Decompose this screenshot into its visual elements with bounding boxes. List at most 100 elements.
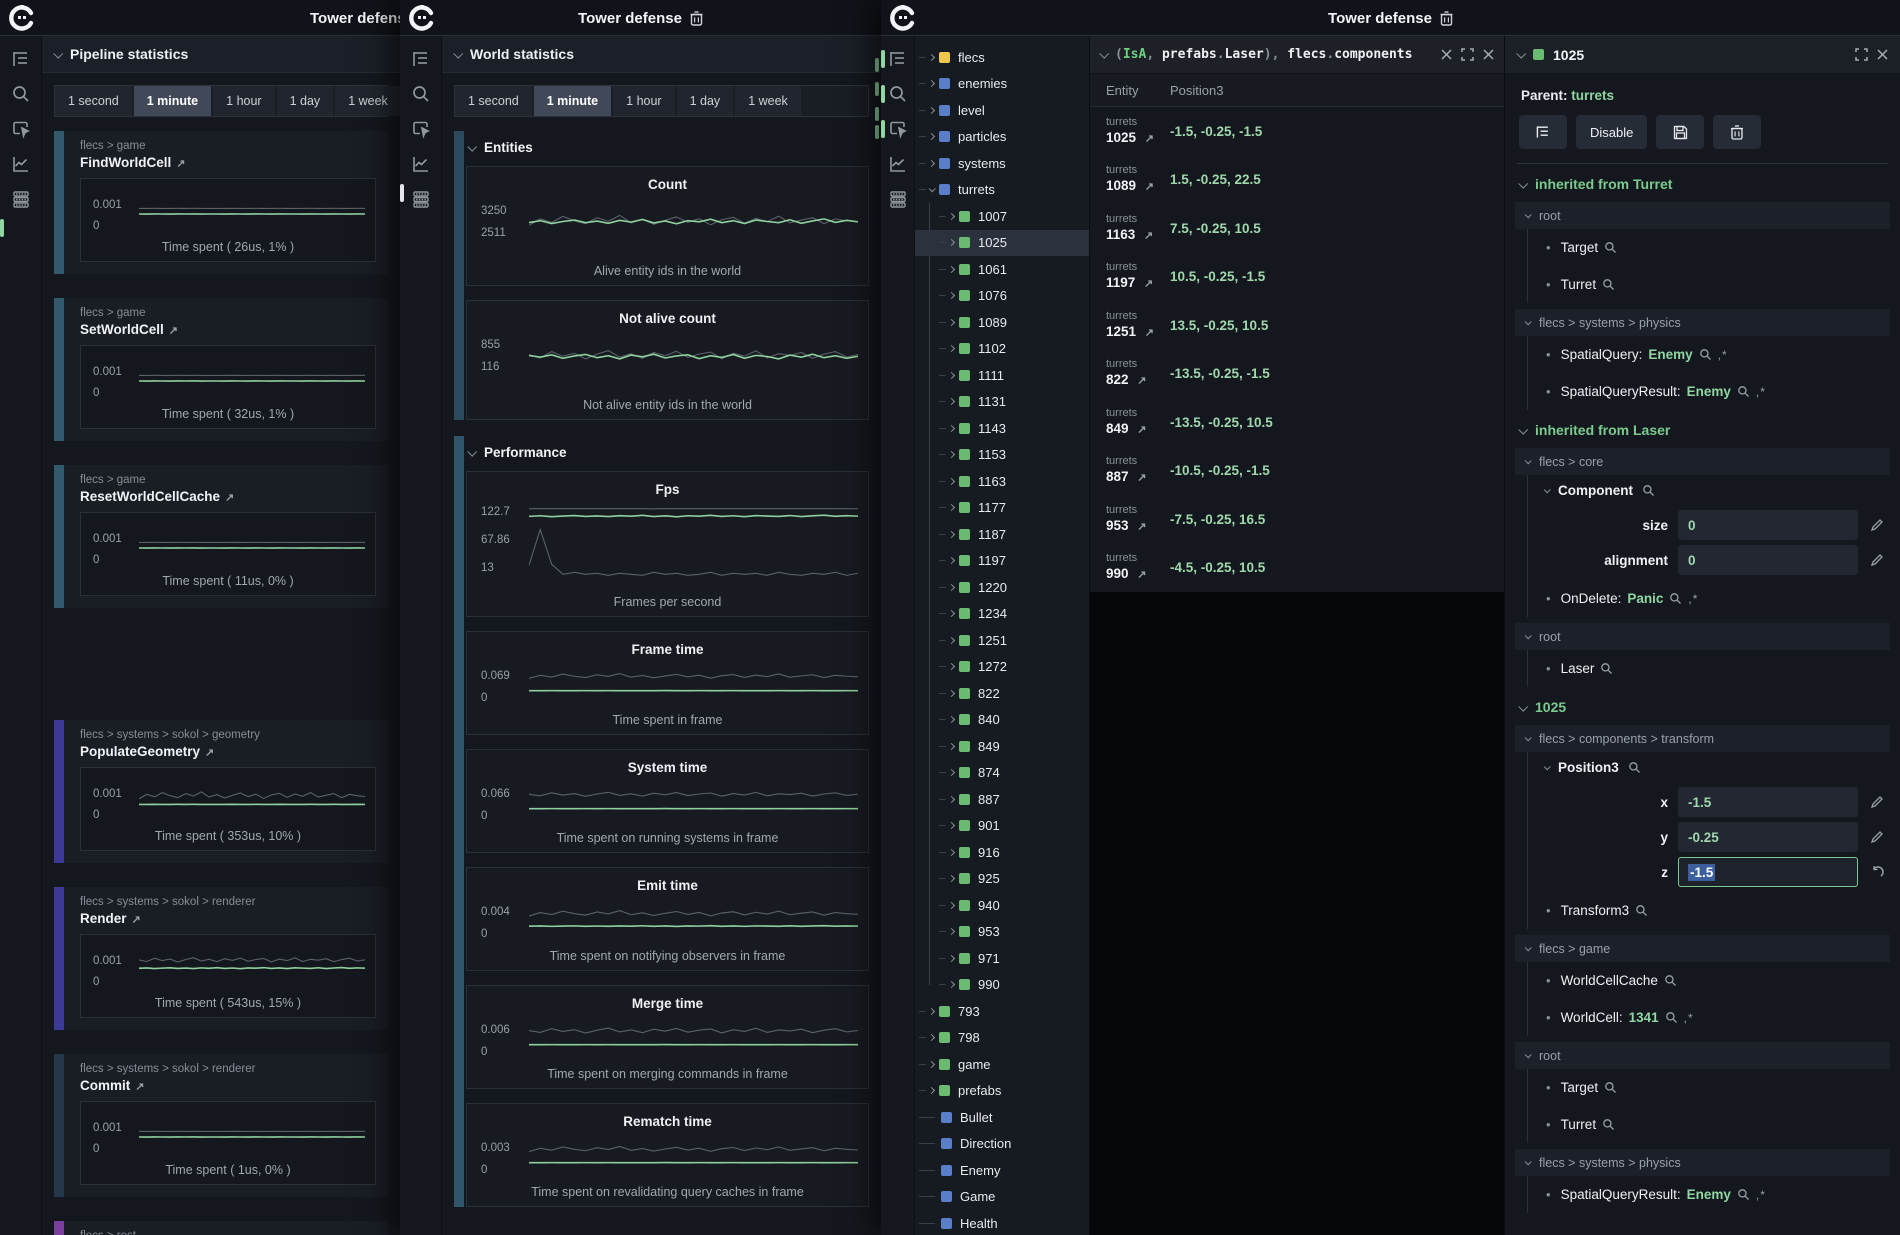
magnifier-icon[interactable] bbox=[1635, 904, 1648, 917]
tree-item-1089[interactable]: 1089 bbox=[915, 309, 1089, 336]
chevron-right-icon[interactable] bbox=[948, 637, 955, 644]
component-scope-row[interactable]: flecs > systems > physics bbox=[1515, 309, 1890, 336]
timeframe-button-1-hour[interactable]: 1 hour bbox=[213, 86, 274, 116]
tree-item-1234[interactable]: 1234 bbox=[915, 601, 1089, 628]
tree-item-1251[interactable]: 1251 bbox=[915, 627, 1089, 654]
timeframe-button-1-minute[interactable]: 1 minute bbox=[134, 86, 211, 116]
tree-item-level[interactable]: level bbox=[915, 97, 1089, 124]
field-input-y[interactable]: -0.25 bbox=[1678, 822, 1858, 852]
tree-item-953[interactable]: 953 bbox=[915, 919, 1089, 946]
tree-item-849[interactable]: 849 bbox=[915, 733, 1089, 760]
parent-value[interactable]: turrets bbox=[1571, 88, 1614, 103]
system-name-link[interactable]: Render↗ bbox=[80, 911, 376, 926]
inherit-header[interactable]: inherited from Turret bbox=[1519, 176, 1886, 192]
tree-item-901[interactable]: 901 bbox=[915, 813, 1089, 840]
chevron-right-icon[interactable] bbox=[948, 875, 955, 882]
tree-item-Game[interactable]: Game bbox=[915, 1184, 1089, 1211]
chevron-right-icon[interactable] bbox=[948, 266, 955, 273]
stats-icon[interactable] bbox=[887, 188, 909, 210]
component-item-SpatialQuery[interactable]: •SpatialQuery:Enemy,* bbox=[1528, 336, 1886, 373]
close-icon[interactable] bbox=[1877, 49, 1888, 60]
query-result-row[interactable]: turrets 822 ↗ -13.5, -0.25, -1.5 bbox=[1090, 350, 1504, 399]
stats-icon[interactable] bbox=[410, 188, 432, 210]
search-icon[interactable] bbox=[10, 83, 32, 105]
magnifier-icon[interactable] bbox=[1737, 385, 1750, 398]
component-item-Target[interactable]: •Target bbox=[1528, 229, 1886, 266]
query-result-row[interactable]: turrets 990 ↗ -4.5, -0.25, 10.5 bbox=[1090, 544, 1504, 593]
field-input-alignment[interactable]: 0 bbox=[1678, 545, 1858, 575]
section-header[interactable]: Performance bbox=[466, 436, 869, 471]
system-name-link[interactable]: PopulateGeometry↗ bbox=[80, 744, 376, 759]
pencil-icon[interactable] bbox=[1868, 830, 1886, 844]
magnifier-icon[interactable] bbox=[1699, 348, 1712, 361]
chevron-right-icon[interactable] bbox=[928, 1008, 935, 1015]
magnifier-icon[interactable] bbox=[1628, 761, 1641, 774]
chevron-right-icon[interactable] bbox=[928, 80, 935, 87]
pencil-icon[interactable] bbox=[1868, 518, 1886, 532]
tree-item-1102[interactable]: 1102 bbox=[915, 336, 1089, 363]
select-icon[interactable] bbox=[410, 118, 432, 140]
pipeline-scroll-area[interactable]: 1 second1 minute1 hour1 day1 week flecs … bbox=[42, 73, 400, 1235]
chevron-right-icon[interactable] bbox=[948, 504, 955, 511]
component-expandable-Component[interactable]: Component bbox=[1528, 475, 1886, 505]
save-button[interactable] bbox=[1656, 115, 1704, 149]
tree-item-916[interactable]: 916 bbox=[915, 839, 1089, 866]
chevron-right-icon[interactable] bbox=[948, 822, 955, 829]
query-result-row[interactable]: turrets 1197 ↗ 10.5, -0.25, -1.5 bbox=[1090, 253, 1504, 302]
query-result-row[interactable]: turrets 887 ↗ -10.5, -0.25, -1.5 bbox=[1090, 447, 1504, 496]
chevron-right-icon[interactable] bbox=[948, 345, 955, 352]
entity-tree[interactable]: flecsenemieslevelparticlessystemsturrets… bbox=[915, 36, 1090, 1235]
tree-icon[interactable] bbox=[887, 48, 909, 70]
expand-icon[interactable] bbox=[1855, 48, 1868, 61]
component-item-Turret[interactable]: •Turret bbox=[1528, 1106, 1886, 1143]
tree-item-Enemy[interactable]: Enemy bbox=[915, 1157, 1089, 1184]
trash-icon[interactable] bbox=[1440, 11, 1453, 26]
magnifier-icon[interactable] bbox=[1664, 974, 1677, 987]
world-panel-header[interactable]: World statistics bbox=[442, 36, 881, 73]
inspector-body[interactable]: Parent: turrets Disable inherited from T… bbox=[1505, 74, 1900, 1235]
system-name-link[interactable]: FindWorldCell↗ bbox=[80, 155, 376, 170]
component-scope-row[interactable]: root bbox=[1515, 202, 1890, 229]
magnifier-icon[interactable] bbox=[1665, 1011, 1678, 1024]
component-item-SpatialQueryResult[interactable]: •SpatialQueryResult:Enemy,* bbox=[1528, 1176, 1886, 1213]
chevron-right-icon[interactable] bbox=[948, 663, 955, 670]
magnifier-icon[interactable] bbox=[1602, 278, 1615, 291]
tree-icon[interactable] bbox=[10, 48, 32, 70]
tree-item-1025[interactable]: 1025 bbox=[915, 230, 1089, 257]
tree-item-1076[interactable]: 1076 bbox=[915, 283, 1089, 310]
magnifier-icon[interactable] bbox=[1604, 241, 1617, 254]
field-input-size[interactable]: 0 bbox=[1678, 510, 1858, 540]
chevron-right-icon[interactable] bbox=[928, 107, 935, 114]
tree-item-flecs[interactable]: flecs bbox=[915, 44, 1089, 71]
query-result-row[interactable]: turrets 849 ↗ -13.5, -0.25, 10.5 bbox=[1090, 398, 1504, 447]
pencil-icon[interactable] bbox=[1868, 795, 1886, 809]
section-header[interactable]: Entities bbox=[466, 131, 869, 166]
chevron-down-icon[interactable] bbox=[1516, 49, 1526, 59]
magnifier-icon[interactable] bbox=[1600, 662, 1613, 675]
search-icon[interactable] bbox=[410, 83, 432, 105]
chevron-right-icon[interactable] bbox=[948, 213, 955, 220]
tree-item-874[interactable]: 874 bbox=[915, 760, 1089, 787]
chevron-right-icon[interactable] bbox=[948, 796, 955, 803]
tree-item-990[interactable]: 990 bbox=[915, 972, 1089, 999]
chevron-right-icon[interactable] bbox=[948, 981, 955, 988]
tree-item-840[interactable]: 840 bbox=[915, 707, 1089, 734]
chevron-right-icon[interactable] bbox=[928, 54, 935, 61]
chevron-right-icon[interactable] bbox=[948, 584, 955, 591]
chevron-right-icon[interactable] bbox=[948, 292, 955, 299]
chevron-right-icon[interactable] bbox=[948, 716, 955, 723]
chevron-right-icon[interactable] bbox=[948, 769, 955, 776]
chevron-down-icon[interactable] bbox=[1099, 49, 1109, 59]
timeframe-button-1-second[interactable]: 1 second bbox=[455, 86, 532, 116]
chart-icon[interactable] bbox=[10, 153, 32, 175]
component-item-WorldCellCache[interactable]: •WorldCellCache bbox=[1528, 962, 1886, 999]
tree-item-game[interactable]: game bbox=[915, 1051, 1089, 1078]
delete-button[interactable] bbox=[1713, 115, 1761, 149]
component-scope-row[interactable]: root bbox=[1515, 1042, 1890, 1069]
chevron-right-icon[interactable] bbox=[948, 425, 955, 432]
component-expandable-Position3[interactable]: Position3 bbox=[1528, 752, 1886, 782]
chevron-right-icon[interactable] bbox=[948, 849, 955, 856]
chevron-right-icon[interactable] bbox=[948, 610, 955, 617]
tree-item-Bullet[interactable]: Bullet bbox=[915, 1104, 1089, 1131]
query-result-row[interactable]: turrets 1251 ↗ 13.5, -0.25, 10.5 bbox=[1090, 301, 1504, 350]
